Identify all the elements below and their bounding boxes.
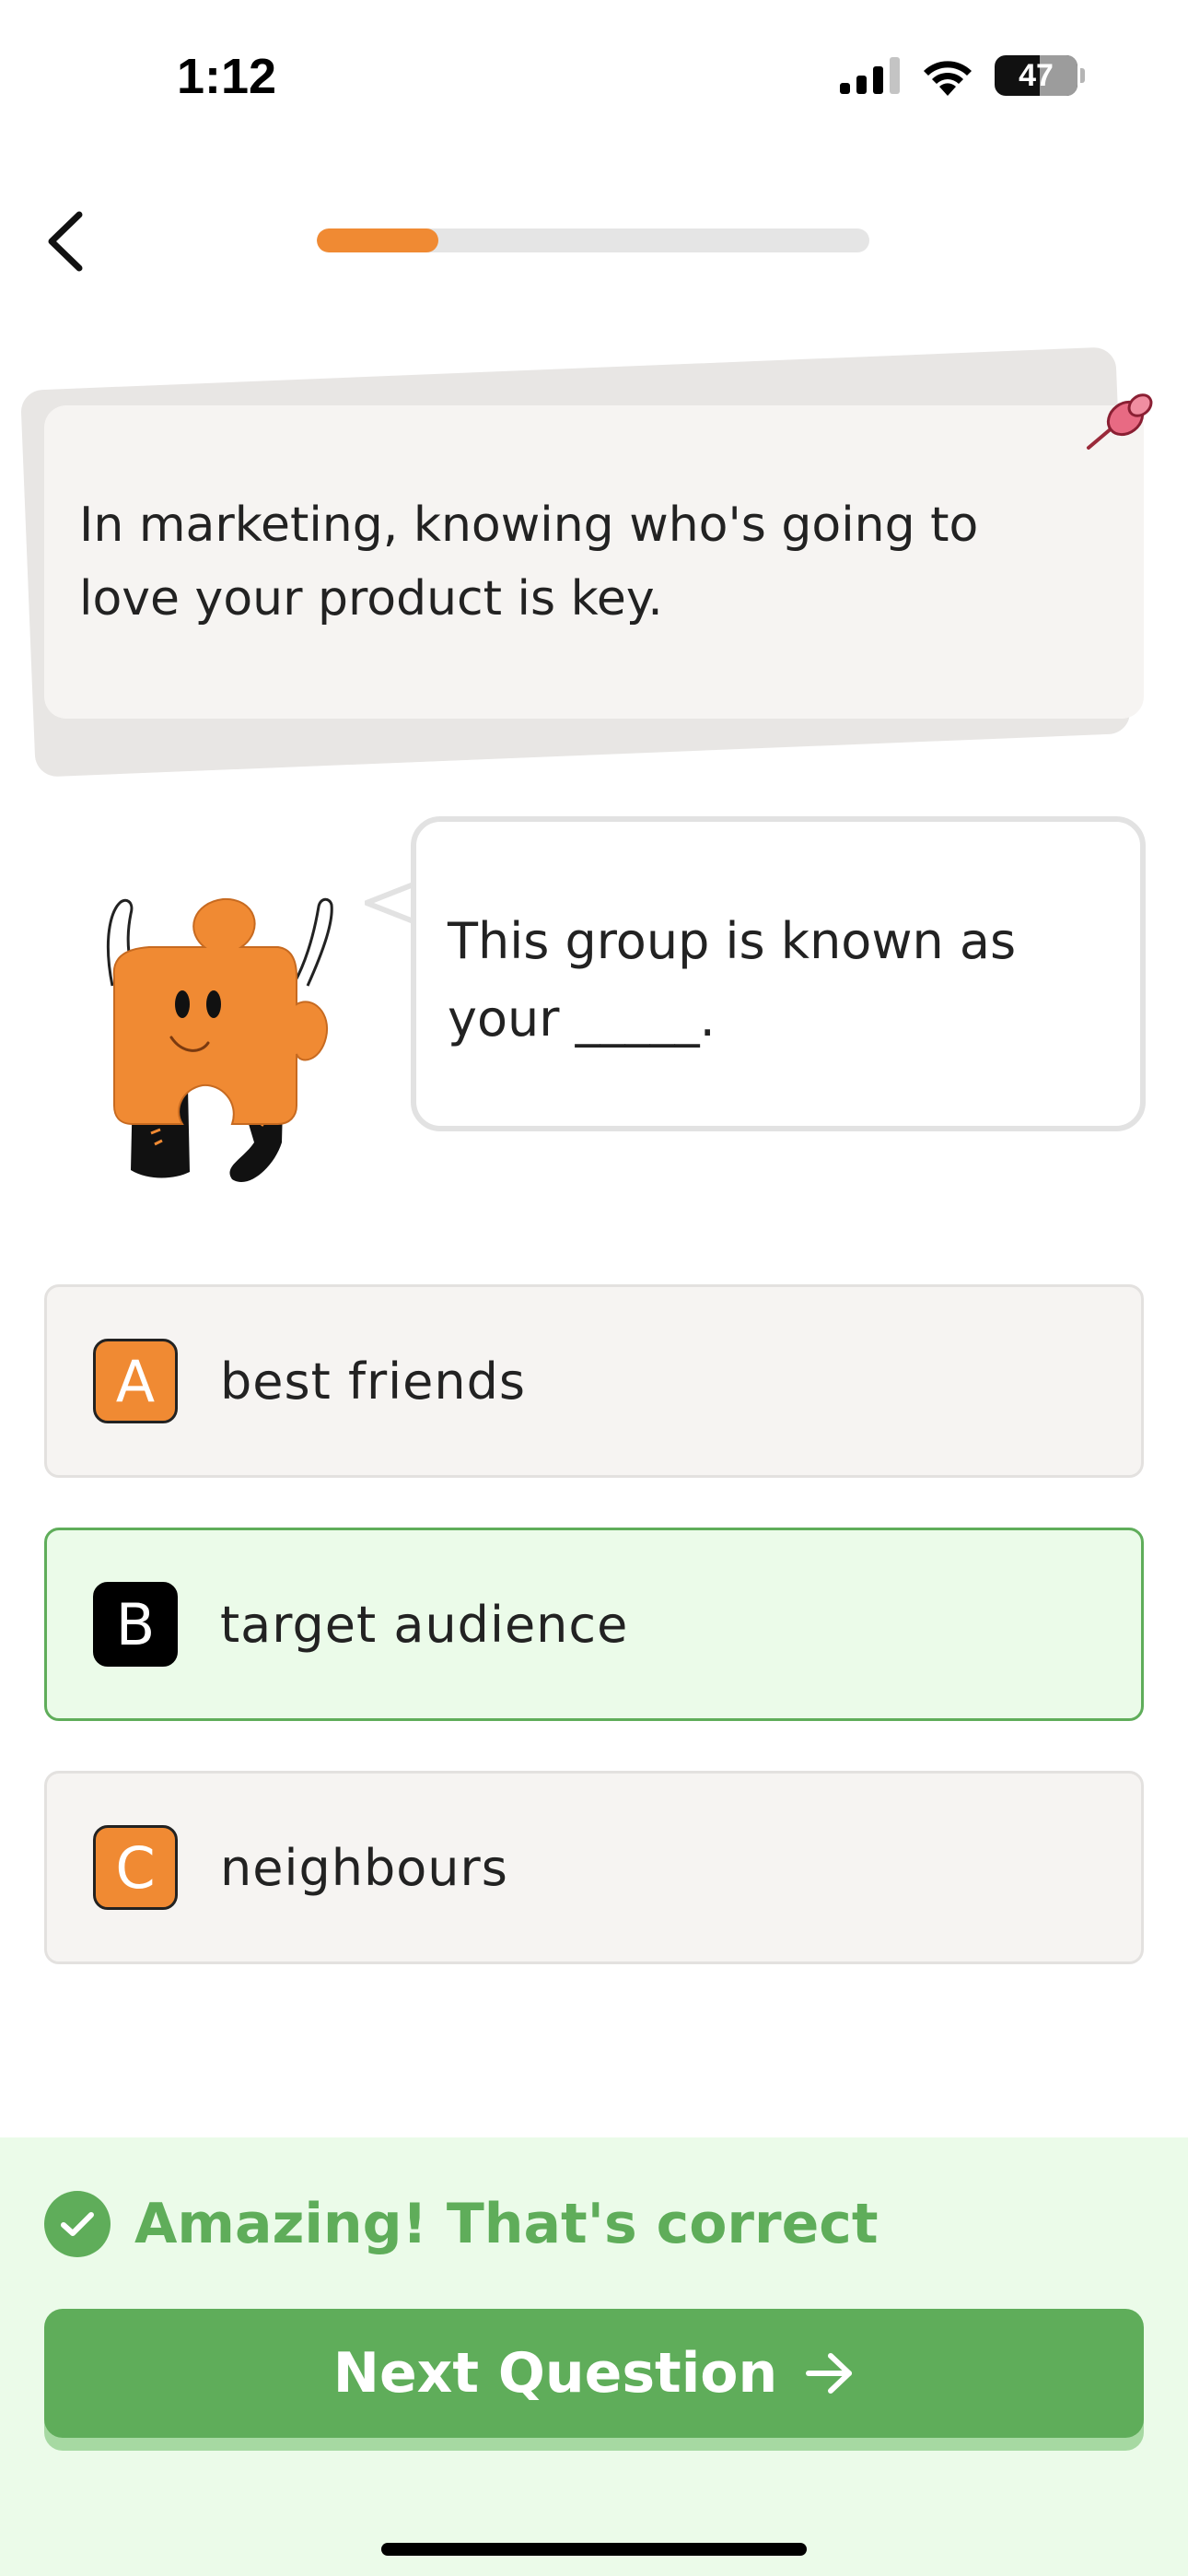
option-b[interactable]: B target audience	[44, 1528, 1144, 1721]
next-question-button[interactable]: Next Question	[44, 2309, 1144, 2438]
question-prompt: This group is known as your _____.	[448, 912, 1017, 1048]
feedback-message: Amazing! That's correct	[134, 2192, 879, 2256]
feedback-message-row: Amazing! That's correct	[44, 2191, 879, 2257]
option-c[interactable]: C neighbours	[44, 1771, 1144, 1964]
context-text: In marketing, knowing who's going to lov…	[79, 498, 979, 626]
home-indicator	[381, 2543, 807, 2556]
option-label: target audience	[220, 1595, 629, 1654]
status-icons: 47	[840, 55, 1085, 96]
wifi-icon	[924, 61, 972, 96]
option-label: neighbours	[220, 1838, 508, 1897]
signal-icon	[840, 57, 900, 94]
chevron-left-icon	[48, 211, 83, 272]
option-letter: B	[93, 1582, 178, 1667]
option-a[interactable]: A best friends	[44, 1284, 1144, 1478]
check-circle-icon	[44, 2191, 111, 2257]
quiz-progress-fill	[317, 228, 438, 252]
back-button[interactable]	[35, 205, 94, 278]
option-label: best friends	[220, 1352, 527, 1411]
battery-icon: 47	[995, 55, 1085, 96]
quiz-progress-bar	[317, 228, 869, 252]
arrow-right-icon	[806, 2353, 853, 2394]
puzzle-piece-mascot	[106, 897, 333, 1183]
option-letter: A	[93, 1339, 178, 1423]
battery-level: 47	[1019, 57, 1054, 93]
option-letter: C	[93, 1825, 178, 1910]
next-button-label: Next Question	[332, 2341, 778, 2406]
pushpin-icon	[1087, 393, 1153, 450]
quiz-screen: 1:12 47 In marketing, knowing who's goin…	[0, 0, 1188, 2576]
status-time: 1:12	[177, 49, 277, 104]
